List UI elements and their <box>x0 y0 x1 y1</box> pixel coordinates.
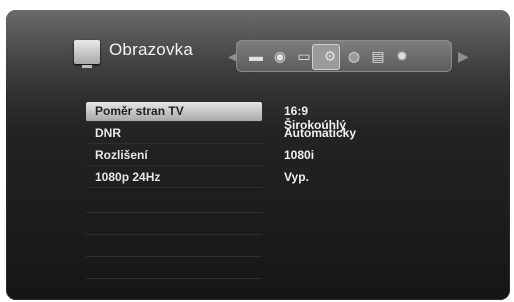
gear-icon[interactable]: ✹ <box>394 48 410 64</box>
settings-list: Poměr stran TV 16:9 Širokoúhlý DNR Autom… <box>86 102 486 292</box>
setting-label: 1080p 24Hz <box>95 170 161 184</box>
settings-row-1080p24hz[interactable]: 1080p 24Hz Vyp. <box>86 168 309 188</box>
settings-panel: Obrazovka ◀ ▬ ◉ ▭ ⚙ ◍ ▤ ✹ ▶ Poměr stran … <box>6 10 510 300</box>
settings-icon[interactable]: ⚙ <box>322 48 338 64</box>
setting-label: Poměr stran TV <box>95 104 184 118</box>
display-icon <box>74 40 100 68</box>
setting-value: Automaticky <box>284 126 357 140</box>
divider <box>86 256 262 257</box>
movie-icon[interactable]: ▬ <box>248 48 264 64</box>
category-icon-strip: ▬ ◉ ▭ ⚙ ◍ ▤ ✹ <box>236 40 452 72</box>
right-arrow-icon[interactable]: ▶ <box>458 48 469 65</box>
settings-header: Obrazovka ◀ ▬ ◉ ▭ ⚙ ◍ ▤ ✹ ▶ <box>6 10 510 92</box>
setting-label: DNR <box>95 126 121 140</box>
display-icon[interactable]: ▭ <box>296 48 312 64</box>
divider <box>86 278 262 279</box>
audio-icon[interactable]: ◉ <box>272 48 288 64</box>
web-icon[interactable]: ◍ <box>346 48 362 64</box>
divider <box>86 234 262 235</box>
folder-icon[interactable]: ▤ <box>370 48 386 64</box>
settings-row-dnr[interactable]: DNR Automaticky <box>86 124 356 144</box>
divider <box>86 212 262 213</box>
page-title: Obrazovka <box>109 40 194 59</box>
screen: Obrazovka ◀ ▬ ◉ ▭ ⚙ ◍ ▤ ✹ ▶ Poměr stran … <box>0 0 514 302</box>
settings-row-aspect-ratio[interactable]: Poměr stran TV 16:9 Širokoúhlý <box>86 102 346 132</box>
setting-value: 1080i <box>284 148 315 162</box>
setting-value: Vyp. <box>284 170 309 184</box>
settings-row-resolution[interactable]: Rozlišení 1080i <box>86 146 314 166</box>
setting-label: Rozlišení <box>95 148 148 162</box>
